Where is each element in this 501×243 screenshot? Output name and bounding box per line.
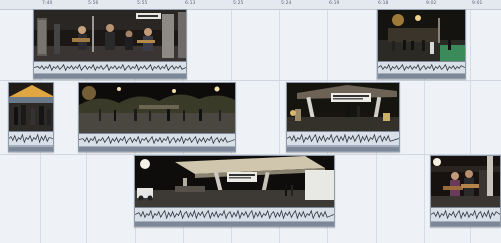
audio-waveform (431, 207, 500, 221)
audio-waveform (135, 207, 334, 221)
clip-handle[interactable] (431, 222, 500, 226)
timeline-area[interactable]: 7:40 5:56 5:55 6:13 5:25 5:24 6:19 6:18 … (0, 0, 501, 243)
audio-waveform (34, 61, 186, 73)
audio-waveform (9, 131, 53, 145)
ruler-label: 5:55 (137, 1, 148, 6)
video-clip-guitarist[interactable] (430, 155, 501, 227)
ruler-label: 7:40 (42, 1, 53, 6)
video-clip-tent-crowd[interactable] (8, 82, 54, 152)
audio-waveform (287, 131, 399, 145)
clip-handle[interactable] (378, 74, 465, 78)
track-divider (0, 80, 501, 81)
video-clip-night-plaza[interactable] (78, 82, 236, 152)
clip-thumbnail (287, 83, 399, 131)
clip-thumbnail (378, 10, 465, 61)
clip-handle[interactable] (34, 74, 186, 78)
clip-thumbnail (34, 10, 186, 61)
audio-waveform (79, 133, 235, 146)
ruler-label: 5:56 (88, 1, 99, 6)
clip-handle[interactable] (287, 147, 399, 151)
video-clip-band-stage[interactable] (33, 9, 187, 79)
clip-thumbnail (135, 156, 334, 207)
ruler-label: 9:01 (472, 1, 483, 6)
ruler-label: 5:24 (281, 1, 292, 6)
clip-thumbnail (431, 156, 500, 207)
ruler-label: 9:02 (426, 1, 437, 6)
ruler-label: 6:19 (329, 1, 340, 6)
clip-handle[interactable] (79, 147, 235, 151)
video-clip-stage-banner[interactable] (286, 82, 400, 152)
ruler-label: 5:25 (233, 1, 244, 6)
video-clip-night-crowd[interactable] (377, 9, 466, 79)
audio-waveform (378, 61, 465, 73)
clip-handle[interactable] (135, 222, 334, 226)
clip-handle[interactable] (9, 147, 53, 151)
video-clip-outdoor-stage[interactable] (134, 155, 335, 227)
clip-thumbnail (9, 83, 53, 131)
clip-thumbnail (79, 83, 235, 133)
ruler-label: 6:18 (378, 1, 389, 6)
ruler-label: 6:13 (185, 1, 196, 6)
